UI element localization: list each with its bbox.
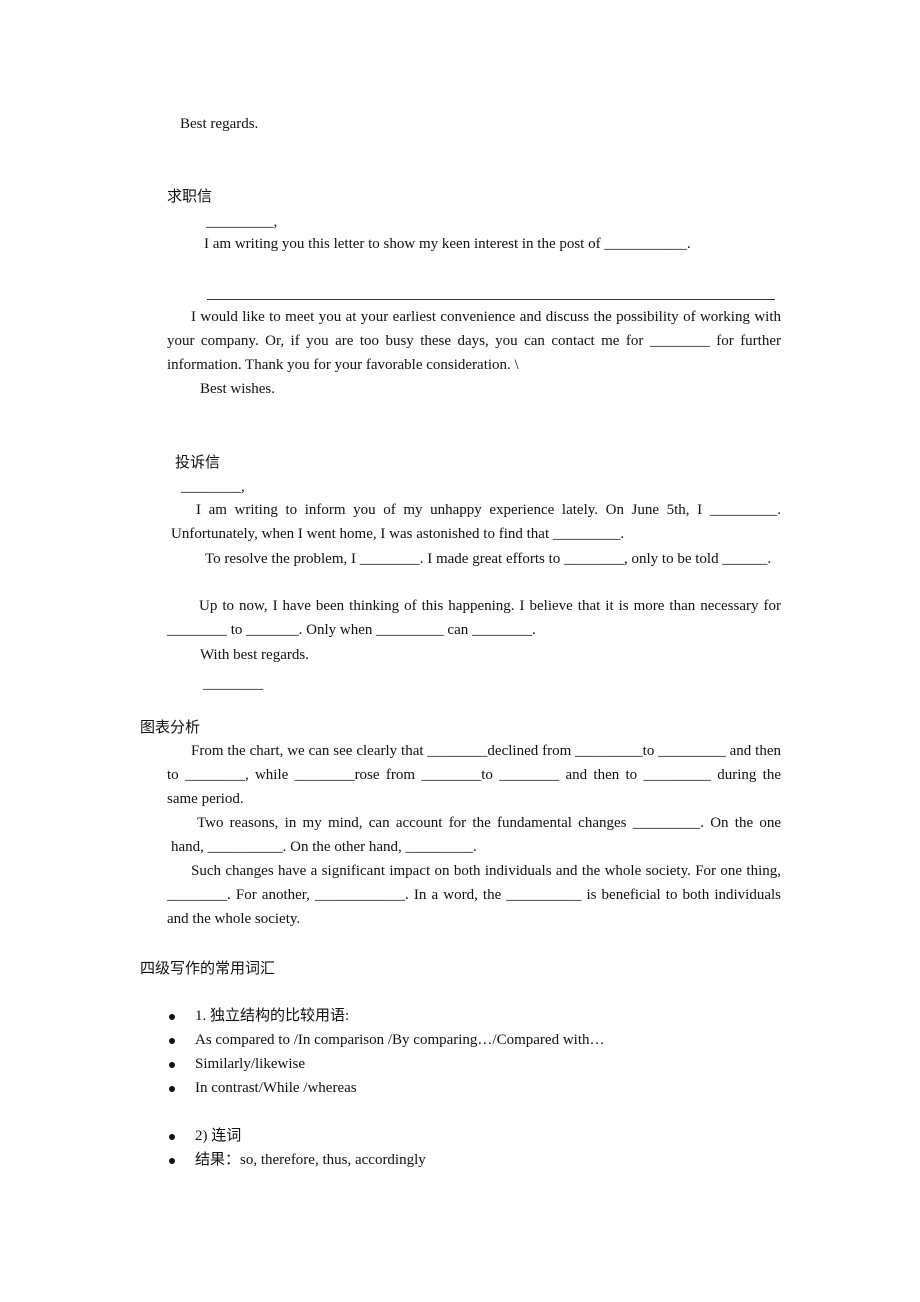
list-item: 1. 独立结构的比较用语:: [167, 1004, 605, 1028]
chart-paragraph-3: Such changes have a significant impact o…: [167, 863, 781, 927]
closing-best-regards: Best regards.: [180, 116, 259, 132]
bullet-icon: [169, 1014, 175, 1020]
chart-paragraph-1: From the chart, we can see clearly that …: [167, 743, 781, 807]
vocabulary-list-comparison: 1. 独立结构的比较用语: As compared to /In compari…: [167, 1004, 605, 1100]
job-letter-paragraph: I would like to meet you at your earlies…: [167, 309, 781, 373]
complaint-signature: ________: [203, 676, 263, 692]
complaint-paragraph-3: Up to now, I have been thinking of this …: [167, 598, 781, 638]
bullet-icon: [169, 1038, 175, 1044]
job-letter-intro: I am writing you this letter to show my …: [204, 236, 691, 252]
complaint-closing: With best regards.: [200, 647, 309, 663]
section-title-chart-analysis: 图表分析: [140, 718, 201, 736]
bullet-icon: [169, 1134, 175, 1140]
section-title-vocabulary: 四级写作的常用词汇: [140, 959, 276, 977]
bullet-icon: [169, 1086, 175, 1092]
complaint-paragraph-1: I am writing to inform you of my unhappy…: [171, 502, 781, 542]
chart-paragraph-2: Two reasons, in my mind, can account for…: [171, 815, 781, 855]
bullet-icon: [169, 1062, 175, 1068]
list-item: 2) 连词: [167, 1124, 426, 1148]
complaint-salutation: ________,: [181, 479, 245, 495]
bullet-icon: [169, 1158, 175, 1164]
list-item: 结果：so, therefore, thus, accordingly: [167, 1148, 426, 1172]
list-item: Similarly/likewise: [167, 1052, 605, 1076]
job-letter-salutation: _________,: [206, 214, 278, 230]
section-title-complaint-letter: 投诉信: [175, 453, 221, 471]
list-item: As compared to /In comparison /By compar…: [167, 1028, 605, 1052]
vocabulary-list-conjunctions: 2) 连词 结果：so, therefore, thus, accordingl…: [167, 1124, 426, 1172]
blank-line: [207, 299, 775, 300]
job-letter-closing: Best wishes.: [200, 381, 275, 397]
section-title-job-letter: 求职信: [167, 187, 213, 205]
list-item: In contrast/While /whereas: [167, 1076, 605, 1100]
complaint-paragraph-2: To resolve the problem, I ________. I ma…: [205, 551, 772, 567]
